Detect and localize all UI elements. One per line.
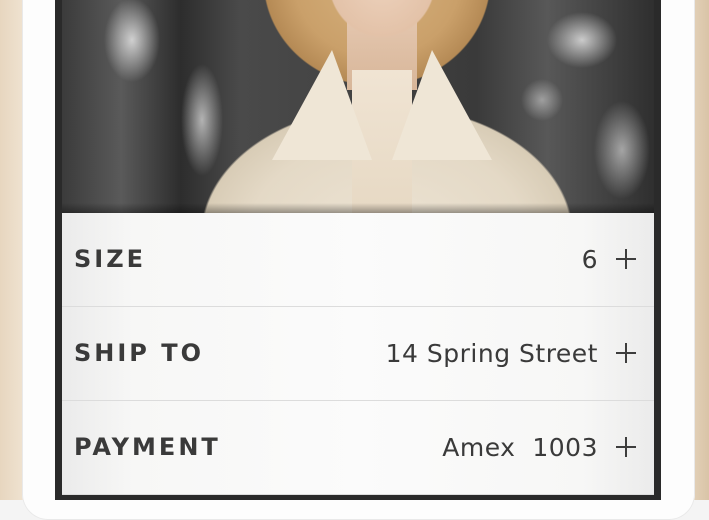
option-row-ship-to[interactable]: SHIP TO 14 Spring Street <box>62 307 654 401</box>
ship-to-label: SHIP TO <box>74 339 205 367</box>
payment-label: PAYMENT <box>74 433 221 461</box>
ship-to-value: 14 Spring Street <box>385 339 598 368</box>
size-label: SIZE <box>74 245 147 273</box>
photo-shadow <box>62 203 654 213</box>
plus-icon[interactable] <box>616 249 636 269</box>
photo-collar-left <box>272 50 372 160</box>
option-row-size[interactable]: SIZE 6 <box>62 213 654 307</box>
photo-collar-right <box>392 50 492 160</box>
option-row-payment[interactable]: PAYMENT Amex 1003 <box>62 401 654 495</box>
checkout-options: SIZE 6 SHIP TO 14 Spring Street PAYMENT … <box>62 213 654 500</box>
phone-screen: SIZE 6 SHIP TO 14 Spring Street PAYMENT … <box>55 0 661 500</box>
payment-value: Amex 1003 <box>442 433 598 462</box>
product-photo <box>62 0 654 213</box>
size-value: 6 <box>581 245 598 274</box>
plus-icon[interactable] <box>616 343 636 363</box>
plus-icon[interactable] <box>616 437 636 457</box>
